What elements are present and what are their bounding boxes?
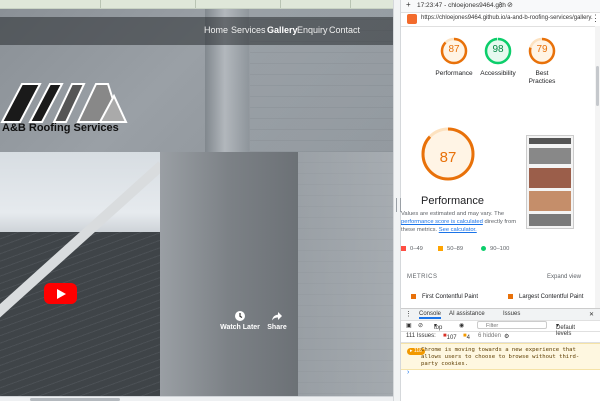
score-calculated-link[interactable]: performance score is calculated — [401, 219, 483, 225]
square-icon — [508, 294, 513, 299]
nav-contact[interactable]: Contact — [329, 25, 360, 35]
issues-bar: 111 Issues: ■ 107 ■ 4 6 hidden ⚙ — [401, 331, 600, 343]
error-count: 107 — [446, 335, 457, 341]
youtube-play-icon[interactable] — [44, 283, 77, 304]
logo[interactable]: A&B Roofing Services — [0, 82, 130, 138]
thumb-image — [529, 191, 571, 211]
clear-console-icon[interactable]: ⊘ — [418, 322, 423, 329]
performance-gauge: 87 — [419, 125, 477, 183]
score-value: 98 — [492, 44, 504, 55]
share-button[interactable]: Share — [257, 310, 297, 331]
context-selector[interactable]: top ▾ — [434, 322, 442, 331]
website-viewport: Home Services Gallery Enquiry Contact A&… — [0, 0, 393, 401]
menu-icon[interactable]: ⋮ — [591, 13, 600, 24]
tab-issues[interactable]: Issues — [503, 311, 520, 317]
horizontal-scrollbar[interactable] — [0, 396, 393, 401]
desc-text: Values are estimated and may vary. The — [401, 211, 505, 217]
circle-icon — [481, 246, 486, 251]
legend-mid: 50–89 — [438, 246, 463, 252]
scrollbar-thumb[interactable] — [596, 66, 599, 106]
score-value: 79 — [536, 44, 548, 55]
warning-count: 4 — [466, 335, 470, 341]
filter-input[interactable]: Filter — [477, 321, 547, 329]
more-icon[interactable]: ⋮ — [497, 1, 504, 9]
logo-mark-icon — [0, 83, 128, 123]
performance-title: Performance — [421, 195, 484, 207]
console-warning[interactable]: ▸ 118 Chrome is moving towards a new exp… — [401, 343, 600, 370]
legend-high: 90–100 — [481, 246, 509, 252]
video-side-panel — [160, 152, 298, 396]
warning-issues-count[interactable]: ■ 4 — [463, 333, 470, 341]
issues-summary: 111 Issues: — [406, 333, 436, 339]
thumb-logo — [529, 148, 571, 164]
metric-fcp: First Contentful Paint — [411, 294, 478, 300]
legend-high-label: 90–100 — [490, 246, 510, 253]
eye-icon[interactable]: ◉ — [459, 322, 464, 329]
video-roof — [0, 232, 160, 396]
triangle-icon — [401, 246, 406, 251]
metric-fcp-label: First Contentful Paint — [422, 294, 479, 301]
drawer-menu-icon[interactable]: ⋮ — [405, 310, 412, 318]
panel-divider[interactable] — [393, 0, 401, 401]
expand-view-toggle[interactable]: Expand view — [547, 274, 581, 280]
tab-ai-assistance[interactable]: AI assistance — [449, 311, 485, 317]
share-label: Share — [267, 324, 287, 331]
warning-message: Chrome is moving towards a new experienc… — [421, 347, 580, 367]
see-calculator-link[interactable]: See calculator. — [439, 227, 477, 233]
nav-services[interactable]: Services — [231, 25, 266, 35]
tab-console[interactable]: Console — [419, 311, 442, 319]
video-embed[interactable]: Watch Later Share — [0, 152, 298, 396]
legend-low-label: 0–49 — [410, 246, 423, 253]
report-url: https://chloejones9464.github.io/a-and-b… — [421, 15, 593, 21]
watch-later-button[interactable]: Watch Later — [220, 310, 260, 331]
metric-lcp: Largest Contentful Paint — [508, 294, 583, 300]
report-selector[interactable]: 17:23:47 - chloejones9464.gith — [417, 2, 506, 9]
score-gauge-performance[interactable]: 87 — [439, 36, 469, 66]
share-icon — [257, 310, 297, 322]
brand-name: A&B Roofing Services — [2, 122, 119, 134]
score-label: Best Practices — [528, 70, 556, 85]
metrics-heading: METRICS — [407, 274, 438, 280]
thumb-header — [529, 138, 571, 144]
score-gauge-best-practices[interactable]: 79 — [527, 36, 557, 66]
sidebar-toggle-icon[interactable]: ▣ — [406, 322, 412, 329]
hero-shadow — [298, 152, 393, 396]
score-label: Accessibility — [480, 70, 516, 77]
legend-mid-label: 50–89 — [447, 246, 464, 253]
nav-enquiry[interactable]: Enquiry — [297, 25, 328, 35]
nav-home[interactable]: Home — [204, 25, 228, 35]
devtools-panel: + 17:23:47 - chloejones9464.gith ⋮ ⊘ htt… — [401, 0, 600, 401]
desc-text: metrics. — [416, 227, 438, 233]
report-scrollbar[interactable] — [595, 26, 600, 308]
performance-description: Values are estimated and may vary. The p… — [401, 210, 521, 234]
metric-lcp-label: Largest Contentful Paint — [519, 294, 584, 301]
close-drawer-icon[interactable]: ✕ — [589, 311, 594, 318]
console-prompt[interactable]: › — [407, 369, 409, 376]
legend-low: 0–49 — [401, 246, 423, 252]
score-gauge-accessibility[interactable]: 98 — [483, 36, 513, 66]
hidden-count[interactable]: 6 hidden — [478, 333, 501, 339]
lighthouse-icon — [407, 14, 417, 24]
watch-later-label: Watch Later — [220, 324, 260, 331]
log-levels-dropdown[interactable]: Default levels ▾ — [556, 322, 575, 337]
clear-icon[interactable]: ⊘ — [507, 1, 513, 9]
thumb-image — [529, 168, 571, 188]
performance-score: 87 — [439, 149, 457, 166]
thumb-image — [529, 214, 571, 226]
clock-icon — [220, 310, 260, 322]
page-screenshot-thumbnail[interactable] — [526, 135, 574, 229]
square-icon — [438, 246, 443, 251]
nav-gallery[interactable]: Gallery — [267, 25, 298, 35]
settings-icon[interactable]: ⚙ — [504, 333, 509, 340]
add-icon[interactable]: + — [406, 0, 411, 9]
report-url-bar: https://chloejones9464.github.io/a-and-b… — [401, 12, 600, 27]
error-issues-count[interactable]: ■ 107 — [443, 333, 457, 341]
top-strip — [0, 0, 393, 9]
square-icon — [411, 294, 416, 299]
score-value: 87 — [448, 44, 460, 55]
